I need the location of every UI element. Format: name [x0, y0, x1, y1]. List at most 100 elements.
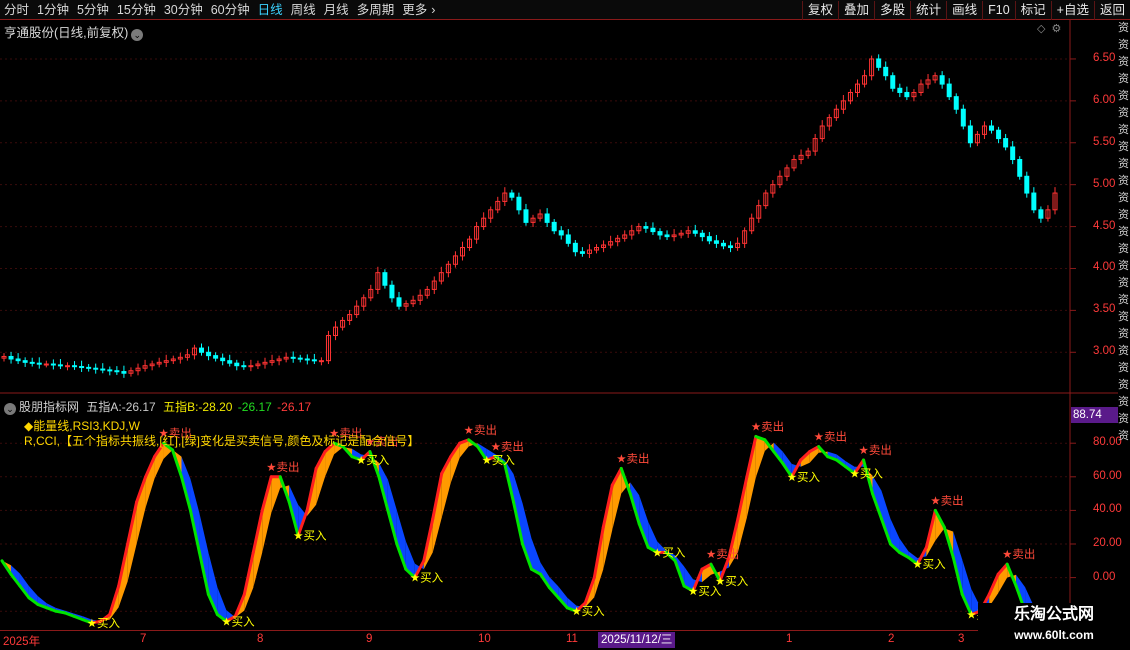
date-label-jul: 7	[140, 633, 147, 645]
date-label-year: 2025年	[3, 636, 41, 648]
candle-body	[558, 230, 564, 236]
candle-body	[43, 363, 49, 366]
watermark-title: 乐淘公式网	[1013, 606, 1094, 623]
candle-body	[523, 209, 529, 223]
date-axis: 2025年 7 8 9 10 11 1 2 3 2025/11/12/三	[0, 630, 1070, 650]
candle-body	[72, 365, 78, 368]
indicator-fill-band	[755, 436, 765, 478]
sell-signal: ★卖出	[751, 419, 784, 433]
candle-body	[572, 242, 578, 253]
candle-body	[15, 358, 21, 362]
buy-signal: ★买入	[715, 575, 749, 588]
candle-body	[227, 360, 233, 364]
candle-body	[699, 232, 705, 238]
line-a-value: -26.17	[121, 400, 156, 414]
candle-body	[50, 363, 56, 366]
candle-body	[36, 362, 42, 365]
buy-signal: ★买入	[87, 617, 121, 630]
candle-body	[1031, 192, 1037, 211]
candle-body	[692, 230, 698, 234]
candle-body	[650, 227, 656, 233]
candle-body	[64, 365, 70, 368]
candle-body	[1010, 146, 1016, 161]
indicator-cursor-value: 88.74	[1071, 407, 1118, 423]
price-axis-label: 4.50	[1093, 219, 1116, 232]
price-axis-label: 3.50	[1093, 303, 1116, 316]
watermark-url: www.60lt.com	[1014, 628, 1094, 642]
diamond-icon[interactable]: ◇	[1037, 23, 1051, 35]
indicator-axis-label: 0.00	[1093, 570, 1116, 583]
line-b-label: 五指B:	[163, 400, 199, 414]
candle-body	[960, 108, 966, 127]
candle-body	[1024, 175, 1030, 194]
candle-body	[396, 297, 402, 307]
price-axis-label: 6.00	[1093, 93, 1116, 106]
watermark-logo: 乐淘公式网 www.60lt.com	[978, 603, 1130, 650]
indicator-desc-line2: R,CCI,【五个指标共振线,[红],[绿]变化是买卖信号,颜色及标记是配合信号…	[24, 434, 420, 448]
candle-body	[883, 66, 889, 77]
buy-signal: ★买入	[912, 558, 946, 571]
sell-signal: ★卖出	[491, 440, 524, 454]
candle-body	[220, 357, 226, 362]
buy-signal: ★买入	[356, 454, 390, 467]
gear-icon[interactable]: ⚙	[1051, 23, 1067, 35]
date-label-aug: 8	[257, 633, 264, 645]
chevron-down-icon[interactable]: ⌄	[131, 29, 144, 41]
date-label-sep: 9	[366, 633, 373, 645]
side-info-strip[interactable]: 资资资资资资资资资资资资资资资资资资资资资资资资资	[1118, 20, 1130, 630]
date-label-jan: 1	[786, 633, 793, 645]
candle-body	[579, 251, 585, 254]
candle-body	[1038, 209, 1044, 219]
price-axis-label: 5.50	[1093, 135, 1116, 148]
price-axis-label: 5.00	[1093, 177, 1116, 190]
buy-signal: ★买入	[221, 615, 255, 628]
date-cursor: 2025/11/12/三	[598, 632, 676, 648]
candle-body	[114, 370, 120, 373]
candle-body	[213, 355, 219, 359]
candle-body	[79, 366, 85, 369]
candle-body	[121, 371, 127, 374]
candle-body	[720, 242, 726, 247]
candle-body	[544, 213, 550, 223]
candle-body	[551, 221, 557, 232]
sell-signal: ★卖出	[930, 493, 963, 507]
buy-signal: ★买入	[410, 572, 444, 585]
buy-signal: ★买入	[652, 546, 686, 559]
candle-body	[890, 75, 896, 89]
candle-body	[989, 125, 995, 131]
sell-signal: ★卖出	[1002, 547, 1035, 561]
candle-body	[199, 347, 205, 353]
chevron-down-icon[interactable]: ⌄	[4, 403, 16, 415]
candle-body	[953, 96, 959, 110]
indicator-fill-band	[271, 476, 281, 514]
sell-signal: ★卖出	[266, 460, 299, 474]
line-a-label: 五指A:	[86, 400, 122, 414]
candle-body	[657, 231, 663, 236]
candle-body	[897, 87, 903, 93]
chart-canvas[interactable]: ★买入★卖出★买入★卖出★买入★卖出★买入★卖出★买入★卖出★买入★卖出★买入★…	[0, 0, 1118, 630]
sell-signal: ★卖出	[814, 430, 847, 444]
candle-body	[713, 240, 719, 244]
main-chart-title[interactable]: 亨通股份(日线,前复权) ⌄	[4, 22, 144, 41]
date-label-feb: 2	[888, 633, 895, 645]
candle-body	[29, 361, 35, 364]
candle-body	[1003, 138, 1009, 148]
price-axis-label: 6.50	[1093, 51, 1116, 64]
candle-body	[93, 367, 99, 370]
candle-body	[234, 362, 240, 367]
sell-signal: ★卖出	[706, 547, 739, 561]
candle-body	[241, 365, 247, 368]
stock-title: 亨通股份(日线,前复权)	[4, 26, 129, 40]
price-axis-label: 3.00	[1093, 345, 1116, 358]
buy-signal: ★买入	[482, 454, 516, 467]
candle-body	[904, 91, 910, 98]
candle-body	[516, 196, 522, 211]
chart-corner-icons: ◇⚙	[1037, 22, 1067, 35]
value-green: -26.17	[237, 400, 272, 414]
candle-body	[664, 234, 670, 238]
value-red: -26.17	[277, 400, 312, 414]
candle-body	[86, 366, 92, 369]
price-axis-label: 4.00	[1093, 261, 1116, 274]
candle-body	[389, 284, 395, 299]
sell-signal: ★卖出	[859, 443, 892, 457]
